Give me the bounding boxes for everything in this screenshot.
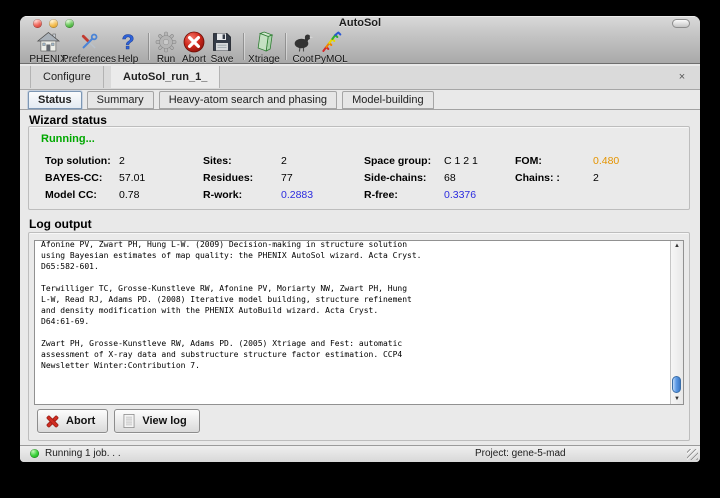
toolbar-item-label: Save [211, 54, 234, 65]
wizard-status-grid: Top solution: 2 Sites: 2 Space group: C … [45, 152, 681, 203]
abort-toolbar-button[interactable]: Abort [182, 30, 206, 65]
field-label: Space group: [364, 155, 444, 167]
toolbar-item-label: Preferences [62, 54, 116, 65]
preferences-tools-icon [77, 30, 101, 54]
run-gear-icon [154, 30, 178, 54]
field-label: BAYES-CC: [45, 172, 119, 184]
tab-status[interactable]: Status [28, 91, 82, 109]
field-value: 2 [119, 155, 203, 167]
field-value-r-free: 0.3376 [444, 189, 515, 201]
toolbar-toggle-button[interactable] [672, 19, 690, 28]
document-tab-bar: Configure AutoSol_run_1_ × [20, 66, 700, 90]
tab-configure[interactable]: Configure [30, 66, 104, 88]
toolbar: PHENIX Preferences ? [20, 29, 700, 63]
field-value: 2 [281, 155, 364, 167]
field-value: C 1 2 1 [444, 155, 515, 167]
scrollbar-thumb[interactable] [672, 376, 681, 393]
help-icon: ? [116, 30, 140, 54]
toolbar-separator [285, 33, 286, 60]
toolbar-item-label: PHENIX [29, 54, 66, 65]
log-output-heading: Log output [29, 217, 92, 231]
toolbar-item-label: Help [118, 54, 139, 65]
log-scrollbar[interactable]: ▲ ▼ [670, 241, 683, 404]
svg-text:?: ? [122, 31, 135, 54]
help-button[interactable]: ? Help [116, 30, 140, 65]
log-output-panel: Afonine PV, Zwart PH, Hung L-W. (2009) D… [28, 232, 690, 441]
toolbar-separator [148, 33, 149, 60]
phenix-button[interactable]: PHENIX [29, 30, 66, 65]
autosol-window: AutoSol PHENIX [20, 16, 700, 462]
tab-model-building[interactable]: Model-building [342, 91, 434, 109]
close-tab-icon[interactable]: × [676, 70, 688, 84]
field-value: 68 [444, 172, 515, 184]
phenix-home-icon [36, 30, 60, 54]
field-label: Sites: [203, 155, 281, 167]
field-value: 0.78 [119, 189, 203, 201]
field-label: Model CC: [45, 189, 119, 201]
job-status-text: Running 1 job. . . [45, 446, 121, 461]
abort-x-icon [45, 414, 60, 429]
field-label: Chains: : [515, 172, 593, 184]
tab-autosol-run-1[interactable]: AutoSol_run_1_ [111, 66, 220, 88]
toolbar-item-label: Abort [182, 54, 206, 65]
field-label: Residues: [203, 172, 281, 184]
scrollbar-down-icon[interactable]: ▼ [671, 394, 683, 404]
tab-summary[interactable]: Summary [87, 91, 154, 109]
running-status-text: Running... [41, 133, 95, 145]
window-header: AutoSol PHENIX [20, 16, 700, 64]
toolbar-separator [243, 33, 244, 60]
preferences-button[interactable]: Preferences [62, 30, 116, 65]
field-value: 57.01 [119, 172, 203, 184]
status-led-icon [30, 449, 39, 458]
abort-button[interactable]: Abort [37, 409, 108, 433]
status-bar: Running 1 job. . . Project: gene-5-mad [20, 445, 700, 462]
wizard-status-panel: Running... Top solution: 2 Sites: 2 Spac… [28, 126, 690, 210]
project-label: Project: gene-5-mad [475, 446, 566, 461]
xtriage-crystal-icon [252, 30, 276, 54]
field-label: FOM: [515, 155, 593, 167]
resize-grip[interactable] [687, 449, 698, 460]
field-value: 77 [281, 172, 364, 184]
abort-button-label: Abort [66, 415, 95, 427]
tab-heavy-atom-search-and-phasing[interactable]: Heavy-atom search and phasing [159, 91, 337, 109]
field-value: 2 [593, 172, 681, 184]
field-value-r-work: 0.2883 [281, 189, 364, 201]
field-label: Top solution: [45, 155, 119, 167]
abort-icon [182, 30, 206, 54]
save-button[interactable]: Save [210, 30, 234, 65]
log-text: Afonine PV, Zwart PH, Hung L-W. (2009) D… [41, 240, 667, 403]
field-label: Side-chains: [364, 172, 444, 184]
log-text-area[interactable]: Afonine PV, Zwart PH, Hung L-W. (2009) D… [34, 240, 684, 405]
pymol-icon [319, 30, 343, 54]
toolbar-item-label: PyMOL [314, 54, 347, 65]
coot-bird-icon [291, 30, 315, 54]
run-button[interactable]: Run [154, 30, 178, 65]
field-label: R-work: [203, 189, 281, 201]
view-log-button-label: View log [142, 415, 186, 427]
toolbar-item-label: Run [157, 54, 175, 65]
view-log-button[interactable]: View log [114, 409, 199, 433]
save-icon [210, 30, 234, 54]
field-label: R-free: [364, 189, 444, 201]
toolbar-item-label: Coot [292, 54, 313, 65]
toolbar-item-label: Xtriage [248, 54, 280, 65]
scrollbar-up-icon[interactable]: ▲ [671, 241, 683, 251]
pymol-button[interactable]: PyMOL [314, 30, 347, 65]
wizard-status-heading: Wizard status [29, 113, 107, 127]
view-tab-bar: Status Summary Heavy-atom search and pha… [20, 90, 700, 110]
coot-button[interactable]: Coot [291, 30, 315, 65]
field-value-fom: 0.480 [593, 155, 681, 167]
xtriage-button[interactable]: Xtriage [248, 30, 280, 65]
view-log-document-icon [122, 413, 136, 429]
